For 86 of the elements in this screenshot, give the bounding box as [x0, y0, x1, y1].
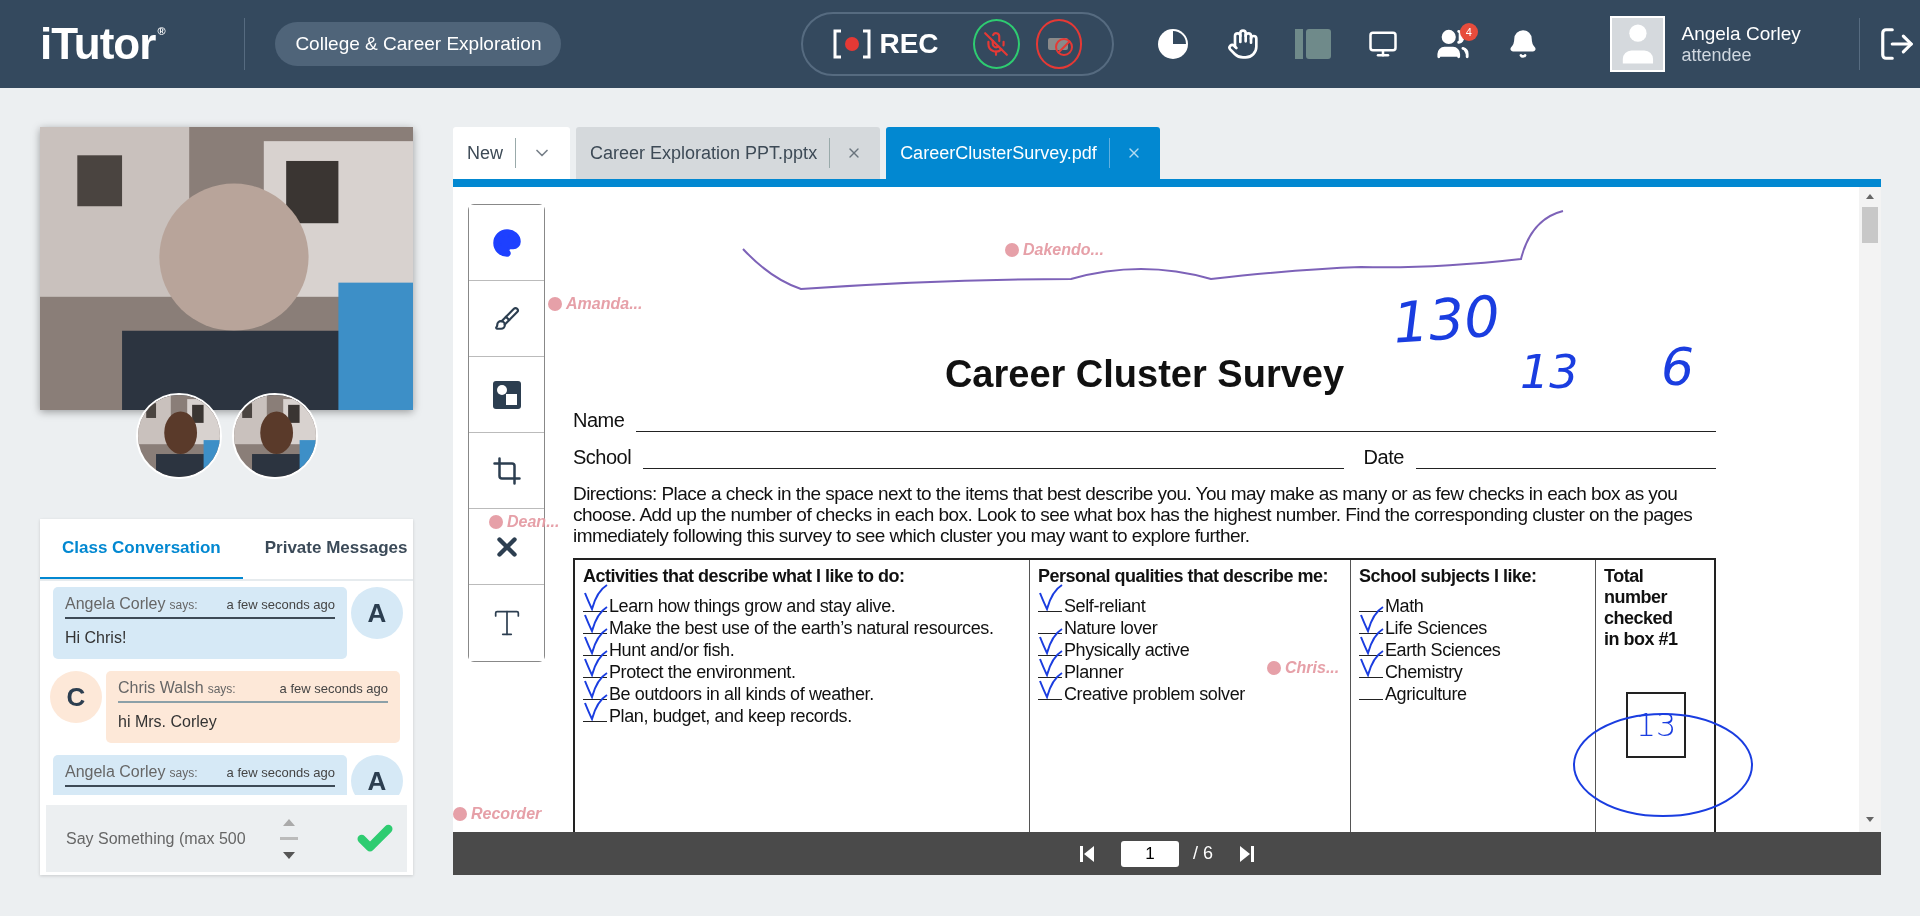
survey-item: Learn how things grow and stay alive. [609, 595, 896, 617]
tab-label[interactable]: Career Exploration PPT.pptx [590, 142, 818, 164]
survey-item: Earth Sciences [1385, 639, 1501, 661]
document-tab[interactable]: New [453, 127, 570, 179]
message-author: Angela Corley [65, 595, 166, 613]
check-mark-icon [1038, 583, 1064, 611]
field-label: Name [573, 409, 625, 432]
tool-button[interactable] [469, 205, 544, 281]
survey-item: Math [1385, 595, 1424, 617]
says-label: says: [169, 766, 198, 780]
survey-item: Self-reliant [1064, 595, 1146, 617]
participants-badge: 4 [1459, 23, 1478, 41]
camera-button[interactable] [1035, 19, 1083, 69]
document-tab[interactable]: Career Exploration PPT.pptx [576, 127, 881, 179]
user-avatar [1609, 16, 1666, 72]
check-mark-icon [583, 627, 609, 655]
survey-item: Protect the environment. [609, 661, 796, 683]
message-input[interactable]: Say Something (max 500 [64, 828, 269, 849]
survey-item: Physically active [1064, 639, 1190, 661]
check-mark-icon [583, 605, 609, 633]
page-total: / 6 [1193, 843, 1213, 864]
message-text: Hi Chris! [65, 629, 128, 647]
crop-icon [491, 455, 522, 486]
message-author: Angela Corley [65, 763, 166, 781]
handwritten-number: 130 [1390, 283, 1503, 356]
brush-icon [493, 305, 520, 332]
record-icon [833, 29, 872, 59]
survey-item: Creative problem solver [1064, 683, 1245, 705]
field-label: Date [1363, 446, 1404, 469]
record-button[interactable]: REC [833, 28, 939, 60]
palette-icon [491, 227, 522, 258]
user-cursor: Recorder [453, 805, 542, 823]
check-mark-icon [1359, 605, 1385, 633]
survey-item: Planner [1064, 661, 1124, 683]
tab-label[interactable]: New [467, 142, 503, 164]
chat-tab[interactable]: Private Messages [242, 519, 413, 579]
check-mark-icon [1038, 627, 1064, 655]
user-cursor: Dakendo... [1005, 241, 1104, 259]
shapes-icon [491, 379, 522, 410]
chat-tab[interactable]: Class Conversation [40, 519, 243, 579]
user-role: attendee [1681, 44, 1753, 66]
survey-item: Agriculture [1385, 683, 1467, 705]
survey-item: Plan, budget, and keep records. [609, 705, 852, 727]
survey-item: Nature lover [1064, 617, 1158, 639]
document-tab[interactable]: CareerClusterSurvey.pdf [886, 127, 1160, 179]
says-label: says: [207, 682, 236, 696]
field-label: School [573, 446, 632, 469]
survey-item: Be outdoors in all kinds of weather. [609, 683, 874, 705]
message-text: hi Mrs. Corley [118, 713, 218, 731]
column-heading: Total number checked in box #1 [1604, 566, 1679, 650]
check-mark-icon [1038, 671, 1064, 699]
message-time: a few seconds ago [226, 597, 335, 612]
says-label: says: [169, 598, 198, 612]
document-title: Career Cluster Survey [944, 352, 1345, 397]
user-name: Angela Corley [1681, 22, 1802, 45]
course-title: College & Career Exploration [275, 22, 562, 66]
directions-text: Directions: Place a check in the space next to the items that best describe you. You may make as many or as few checks in each box as you choose. Add up the number of checks in each box. Look to see what box has the highest number. Find the corresponding cluster on the pages immediately following this survey to see which cluster you may want to explore further. [573, 483, 1694, 546]
check-mark-icon [1359, 649, 1385, 677]
check-mark-icon [583, 649, 609, 677]
survey-item: Make the best use of the earth’s natural resources. [609, 617, 994, 639]
microphone-off-icon [983, 31, 1010, 57]
logo: iTutor® [40, 19, 166, 69]
user-cursor: Amanda... [548, 295, 643, 313]
column-heading: School subjects I like: [1359, 566, 1538, 587]
handwritten-number: 6 [1661, 337, 1695, 397]
user-cursor: Chris... [1267, 659, 1340, 677]
check-mark-icon [583, 693, 609, 721]
avatar-initial: C [50, 671, 102, 723]
avatar-initial: A [351, 587, 403, 639]
microphone-button[interactable] [972, 19, 1020, 69]
survey-item: Hunt and/or fish. [609, 639, 735, 661]
check-mark-icon [1038, 649, 1064, 677]
message-time: a few seconds ago [226, 765, 335, 780]
tab-label[interactable]: CareerClusterSurvey.pdf [900, 142, 1097, 164]
survey-item: Life Sciences [1385, 617, 1487, 639]
survey-item: Chemistry [1385, 661, 1463, 683]
check-mark-icon [583, 671, 609, 699]
page-field[interactable]: 1 [1121, 840, 1179, 867]
message-time: a few seconds ago [279, 681, 388, 696]
column-heading: Activities that describe what I like to do: [583, 566, 906, 587]
avatar-initial: A [351, 755, 403, 795]
handwritten-number: 13 [1520, 345, 1579, 399]
check-mark-icon [1359, 627, 1385, 655]
message-author: Chris Walsh [118, 679, 204, 697]
column-heading: Personal qualities that describe me: [1038, 566, 1330, 587]
check-mark-icon [583, 583, 609, 611]
